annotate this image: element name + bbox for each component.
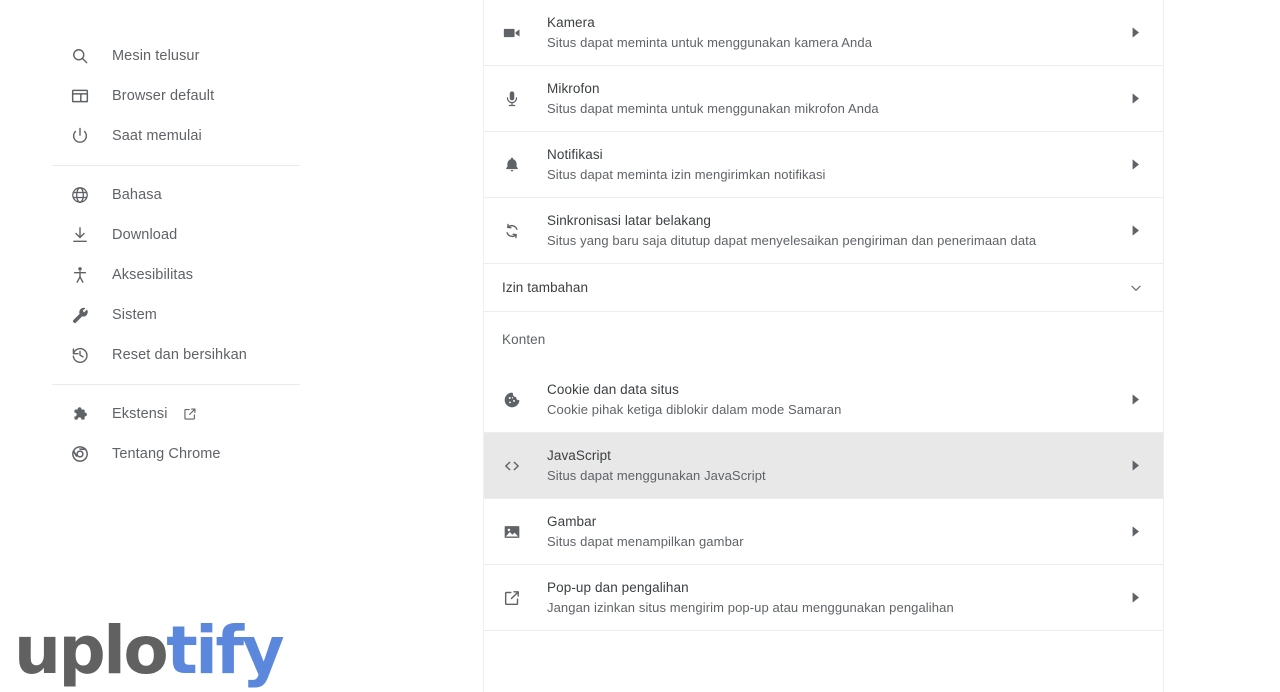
sidebar-item-label: Browser default — [112, 88, 215, 104]
sidebar-item-system[interactable]: Sistem — [0, 295, 470, 335]
bell-icon — [502, 155, 522, 175]
sidebar-group: Mesin telusur Browser default Saat memulai — [0, 36, 470, 156]
setting-row-camera[interactable]: Kamera Situs dapat meminta untuk mengguna… — [484, 0, 1163, 66]
sidebar-item-default-browser[interactable]: Browser default — [0, 76, 470, 116]
setting-row-text: Sinkronisasi latar belakang Situs yang ba… — [547, 211, 1129, 250]
setting-row-text: Kamera Situs dapat meminta untuk mengguna… — [547, 13, 1129, 52]
setting-row-javascript[interactable]: JavaScript Situs dapat menggunakan JavaSc… — [484, 433, 1163, 499]
accessibility-icon — [70, 265, 90, 285]
setting-row-subtitle: Situs dapat menggunakan JavaScript — [547, 468, 766, 483]
sidebar-item-label: Bahasa — [112, 187, 162, 203]
expandable-additional-permissions[interactable]: Izin tambahan — [484, 264, 1163, 312]
sidebar-item-label: Aksesibilitas — [112, 267, 194, 283]
external-link-icon[interactable] — [182, 406, 198, 422]
settings-screen: Mesin telusur Browser default Saat memulai… — [0, 0, 1280, 692]
setting-row-subtitle: Situs dapat meminta untuk menggunakan ka… — [547, 35, 873, 50]
setting-row-subtitle: Cookie pihak ketiga diblokir dalam mode … — [547, 402, 842, 417]
expandable-label: Izin tambahan — [502, 280, 589, 295]
watermark-part-2: tify — [166, 612, 284, 689]
setting-row-microphone[interactable]: Mikrofon Situs dapat meminta untuk menggu… — [484, 66, 1163, 132]
arrow-right-icon[interactable] — [1129, 393, 1143, 407]
setting-row-text: Gambar Situs dapat menampilkan gambar — [547, 512, 1129, 551]
microphone-icon — [502, 89, 522, 109]
content-section-title: Konten — [502, 332, 546, 347]
chrome-logo-icon — [70, 444, 90, 464]
sidebar-item-label: Mesin telusur — [112, 48, 200, 64]
arrow-right-icon[interactable] — [1129, 591, 1143, 605]
setting-row-subtitle: Situs dapat menampilkan gambar — [547, 534, 744, 549]
arrow-right-icon[interactable] — [1129, 525, 1143, 539]
setting-row-title: Pop-up dan pengalihan — [547, 580, 689, 595]
video-camera-icon — [502, 23, 522, 43]
sidebar-divider — [52, 384, 300, 385]
arrow-right-icon[interactable] — [1129, 92, 1143, 106]
setting-row-background-sync[interactable]: Sinkronisasi latar belakang Situs yang ba… — [484, 198, 1163, 264]
setting-row-cookies[interactable]: Cookie dan data situs Cookie pihak ketiga… — [484, 367, 1163, 433]
chevron-down-icon[interactable] — [1128, 280, 1144, 296]
setting-row-title: JavaScript — [547, 448, 612, 463]
setting-row-text: Mikrofon Situs dapat meminta untuk menggu… — [547, 79, 1129, 118]
sidebar-group: Ekstensi Tentang Chrome — [0, 394, 470, 474]
setting-row-text: Pop-up dan pengalihan Jangan izinkan situ… — [547, 578, 1129, 617]
settings-sidebar: Mesin telusur Browser default Saat memulai… — [0, 0, 470, 692]
setting-row-popups-redirects[interactable]: Pop-up dan pengalihan Jangan izinkan situ… — [484, 565, 1163, 631]
watermark-part-1: uplo — [14, 612, 169, 689]
puzzle-icon — [70, 404, 90, 424]
sidebar-item-reset-clean[interactable]: Reset dan bersihkan — [0, 335, 470, 375]
sidebar-item-downloads[interactable]: Download — [0, 215, 470, 255]
uplotify-watermark: uplotify — [14, 618, 285, 684]
sidebar-item-on-startup[interactable]: Saat memulai — [0, 116, 470, 156]
setting-row-subtitle: Jangan izinkan situs mengirim pop-up ata… — [547, 600, 954, 615]
globe-icon — [70, 185, 90, 205]
setting-row-subtitle: Situs dapat meminta izin mengirimkan not… — [547, 167, 826, 182]
setting-row-subtitle: Situs yang baru saja ditutup dapat menye… — [547, 233, 1037, 248]
setting-row-title: Gambar — [547, 514, 597, 529]
setting-row-subtitle: Situs dapat meminta untuk menggunakan mi… — [547, 101, 879, 116]
arrow-right-icon[interactable] — [1129, 158, 1143, 172]
wrench-icon — [70, 305, 90, 325]
sidebar-item-label: Saat memulai — [112, 128, 202, 144]
image-icon — [502, 522, 522, 542]
sidebar-item-accessibility[interactable]: Aksesibilitas — [0, 255, 470, 295]
sidebar-item-label: Reset dan bersihkan — [112, 347, 247, 363]
sidebar-item-label: Tentang Chrome — [112, 446, 221, 462]
cookie-icon — [502, 390, 522, 410]
setting-row-notifications[interactable]: Notifikasi Situs dapat meminta izin mengi… — [484, 132, 1163, 198]
external-link-icon — [502, 588, 522, 608]
sync-icon — [502, 221, 522, 241]
settings-main-panel: Kamera Situs dapat meminta untuk mengguna… — [483, 0, 1164, 692]
power-icon — [70, 126, 90, 146]
sidebar-item-extensions[interactable]: Ekstensi — [0, 394, 470, 434]
arrow-right-icon[interactable] — [1129, 459, 1143, 473]
browser-window-icon — [70, 86, 90, 106]
setting-row-images[interactable]: Gambar Situs dapat menampilkan gambar — [484, 499, 1163, 565]
code-brackets-icon — [502, 456, 522, 476]
arrow-right-icon[interactable] — [1129, 224, 1143, 238]
setting-row-text: Notifikasi Situs dapat meminta izin mengi… — [547, 145, 1129, 184]
setting-row-title: Mikrofon — [547, 81, 600, 96]
sidebar-item-label: Ekstensi — [112, 406, 168, 422]
sidebar-item-languages[interactable]: Bahasa — [0, 175, 470, 215]
sidebar-group: Bahasa Download Aksesibilitas Sistem Reset d… — [0, 175, 470, 375]
setting-row-text: JavaScript Situs dapat menggunakan JavaSc… — [547, 446, 1129, 485]
setting-row-title: Notifikasi — [547, 147, 603, 162]
setting-row-title: Cookie dan data situs — [547, 382, 679, 397]
setting-row-text: Cookie dan data situs Cookie pihak ketiga… — [547, 380, 1129, 419]
sidebar-item-search-engine[interactable]: Mesin telusur — [0, 36, 470, 76]
sidebar-divider — [52, 165, 300, 166]
setting-row-title: Sinkronisasi latar belakang — [547, 213, 712, 228]
sidebar-item-about-chrome[interactable]: Tentang Chrome — [0, 434, 470, 474]
download-icon — [70, 225, 90, 245]
setting-row-title: Kamera — [547, 15, 595, 30]
arrow-right-icon[interactable] — [1129, 26, 1143, 40]
history-restore-icon — [70, 345, 90, 365]
sidebar-item-label: Sistem — [112, 307, 157, 323]
search-icon — [70, 46, 90, 66]
sidebar-item-label: Download — [112, 227, 178, 243]
